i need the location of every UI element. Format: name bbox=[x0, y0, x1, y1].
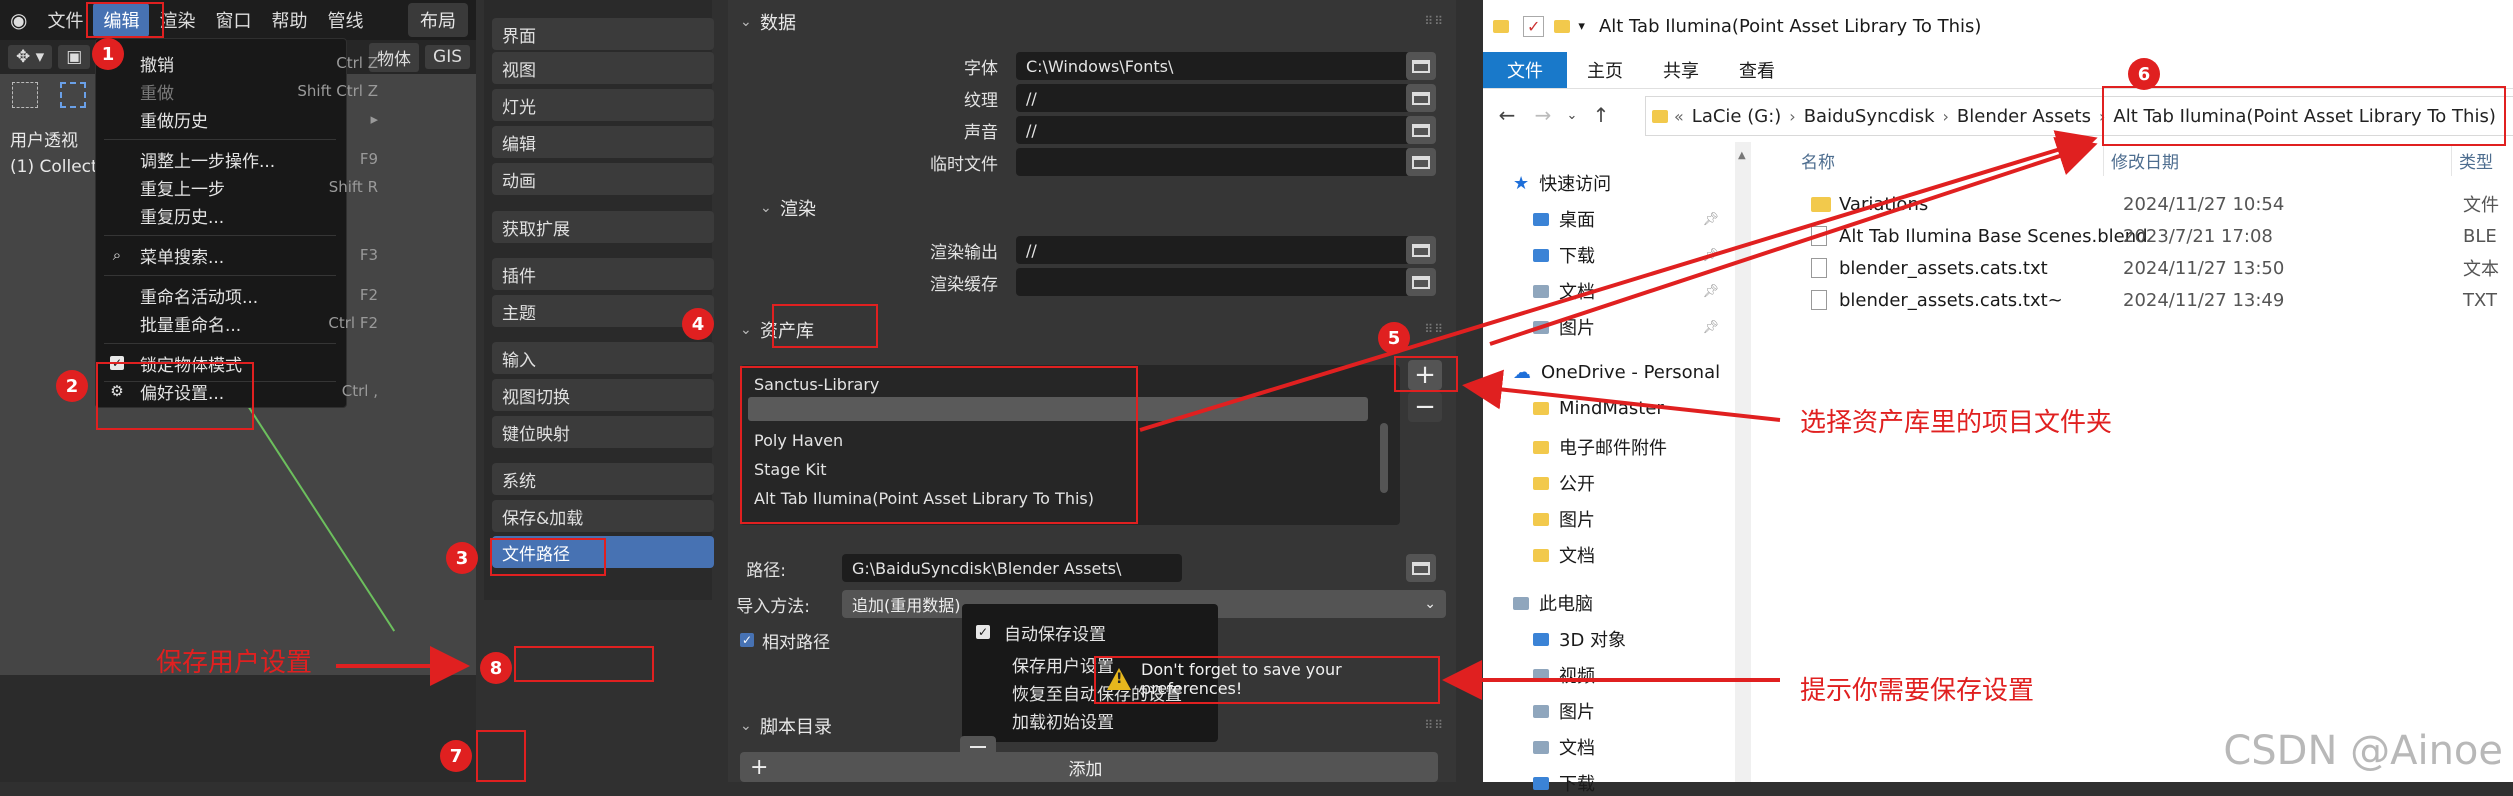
annotation-remind-save: 提示你需要保存设置 bbox=[1800, 676, 2035, 706]
arrow-to-add-library bbox=[1462, 369, 1781, 422]
arrow-explorer-to-folder bbox=[1489, 137, 2098, 346]
arrow-library-to-folder bbox=[1139, 130, 2098, 432]
annotation-arrows bbox=[336, 130, 2098, 700]
annotation-save-user-settings: 保存用户设置 bbox=[156, 648, 313, 678]
annotation-select-folder: 选择资产库里的项目文件夹 bbox=[1800, 408, 2113, 438]
csdn-watermark: CSDN @Ainoe bbox=[2223, 728, 2503, 774]
